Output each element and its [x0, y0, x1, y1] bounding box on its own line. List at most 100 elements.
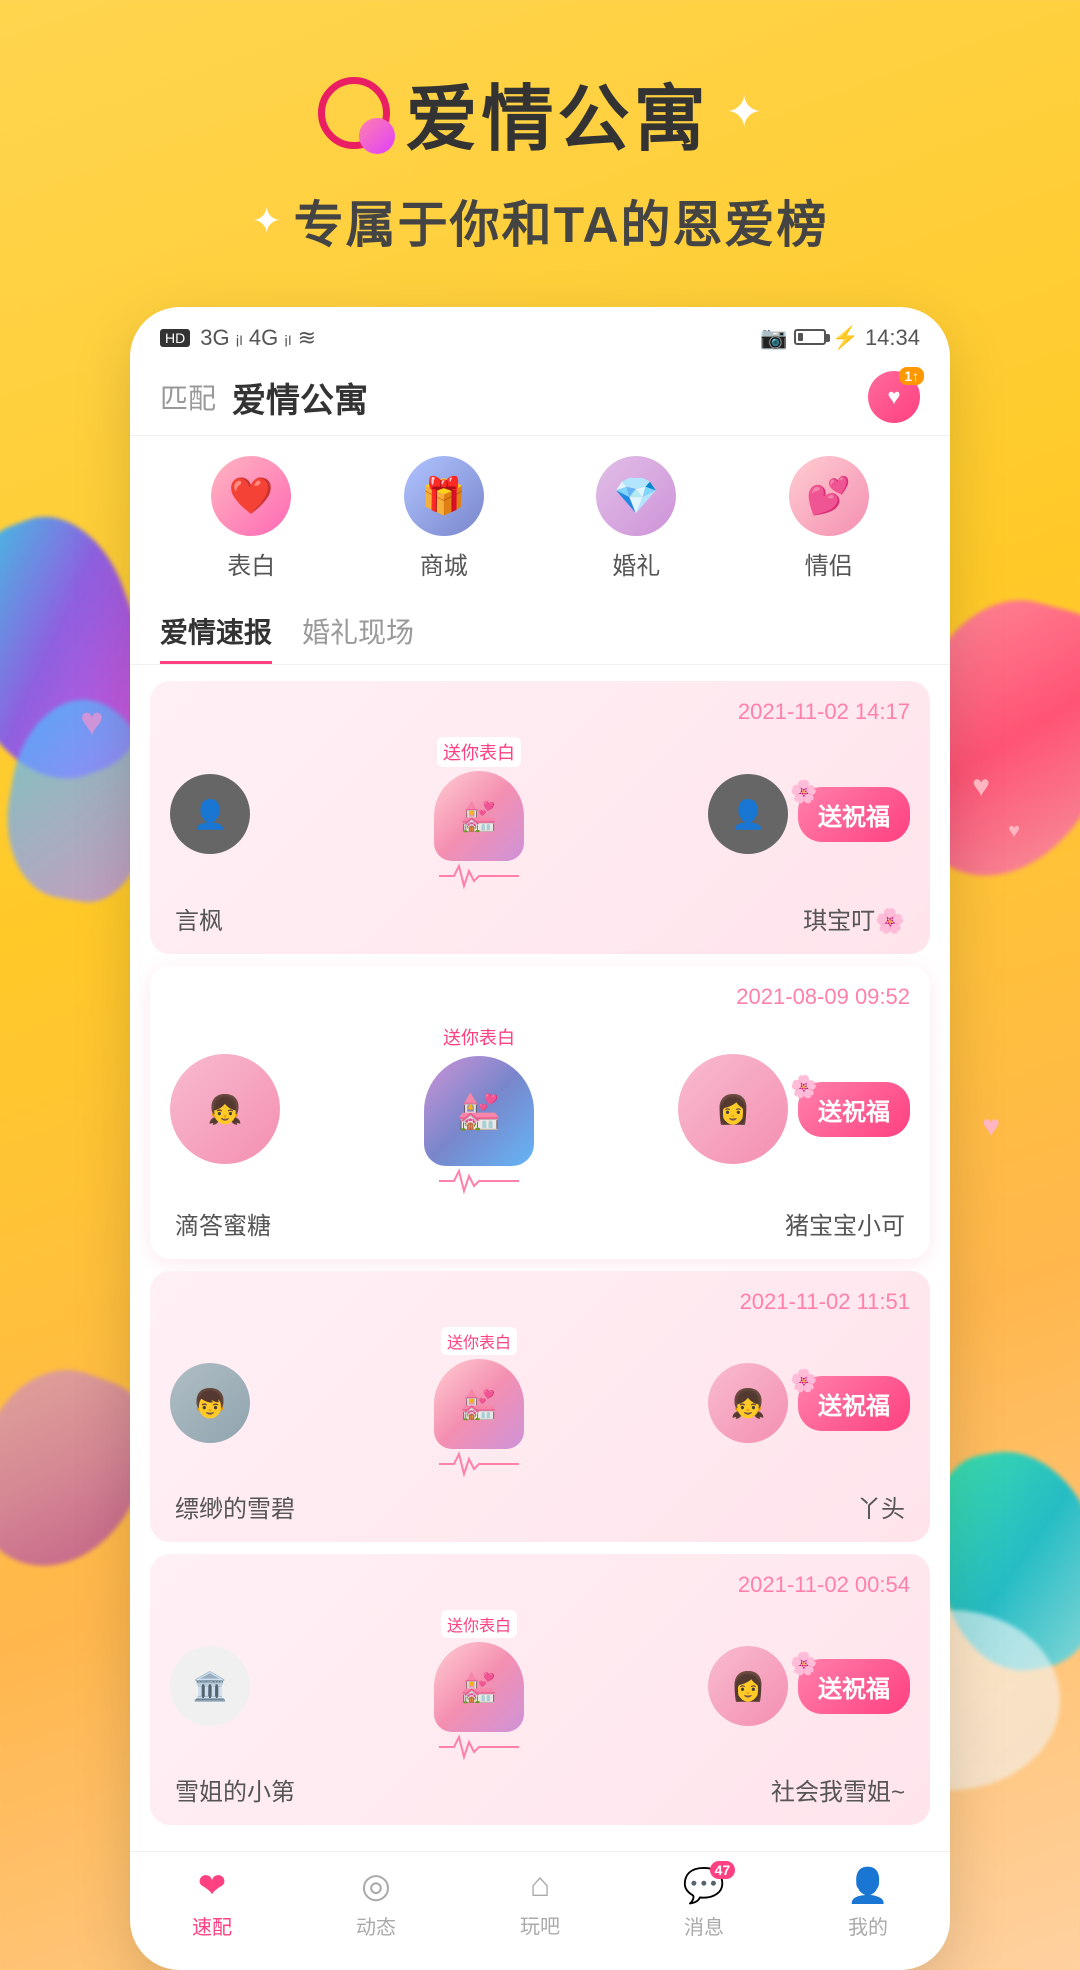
feed-card-2-content: 👧 送你表白 💒 👩 🌸 送祝福: [170, 1022, 910, 1196]
feed-avatar-1-user2: 👤: [708, 774, 788, 854]
biaobai-icon: ❤️: [211, 456, 291, 536]
send-blessing-btn-1[interactable]: 🌸 送祝福: [798, 787, 910, 842]
top-header: 爱情公寓 ✦ ✦ 专属于你和TA的恩爱榜: [0, 0, 1080, 277]
feed-name-1-user2: 琪宝叮🌸: [803, 901, 905, 936]
feed-avatar-4-user2: 👩: [708, 1646, 788, 1726]
nav-item-xiaoxi[interactable]: 💬 47 消息: [622, 1866, 786, 1940]
btn-flower-2: 🌸: [790, 1074, 817, 1100]
screenshot-icon: 📷: [760, 325, 787, 351]
feed-name-3-user2: 丫头: [857, 1489, 905, 1524]
nav-icon-dongtai: ◎: [361, 1866, 391, 1906]
deco-heart-1: ♥: [972, 770, 990, 804]
quick-action-shangcheng[interactable]: 🎁 商城: [353, 456, 536, 581]
feed-name-2-user2: 猪宝宝小可: [785, 1206, 905, 1241]
message-badge: 47: [710, 1861, 736, 1879]
feed-card-4-names: 雪姐的小第 社会我雪姐~: [170, 1772, 910, 1807]
battery-level: [794, 325, 826, 351]
nav-label-supi: 速配: [192, 1911, 232, 1940]
feed-deco-label: 送你表白: [437, 737, 521, 767]
qinglv-icon: 💕: [789, 456, 869, 536]
feed-deco-label-2: 送你表白: [435, 1022, 523, 1052]
tab-wedding-scene[interactable]: 婚礼现场: [302, 611, 414, 664]
hunli-label: 婚礼: [612, 546, 660, 581]
wedding-deco-2: 💒: [424, 1056, 534, 1166]
feed-card-2-names: 滴答蜜糖 猪宝宝小可: [170, 1206, 910, 1241]
feed-card-3-content: 👦 送你表白 💒 👧 🌸 送祝福: [170, 1327, 910, 1479]
hunli-icon: 💎: [596, 456, 676, 536]
feed-avatar-4-user1: 🏛️: [170, 1646, 250, 1726]
time-display: 14:34: [865, 325, 920, 351]
feed-name-4-user1: 雪姐的小第: [175, 1772, 295, 1807]
feed-avatar-2-user1: 👧: [170, 1054, 280, 1164]
pulse-line-4: [439, 1732, 519, 1762]
nav-item-wode[interactable]: 👤 我的: [786, 1866, 950, 1940]
wedding-deco-3: 💒: [434, 1359, 524, 1449]
btn-flower-3: 🌸: [790, 1368, 817, 1394]
send-blessing-btn-2[interactable]: 🌸 送祝福: [798, 1082, 910, 1137]
deco-heart-big: ♥: [80, 700, 104, 745]
feed-avatar-2-user2: 👩: [678, 1054, 788, 1164]
tab-love-news[interactable]: 爱情速报: [160, 611, 272, 664]
feed-card-1-content: 👤 送你表白 💒 👤 🌸 送祝福: [170, 737, 910, 891]
btn-flower-1: 🌸: [790, 779, 817, 805]
feed-card-4-content: 🏛️ 送你表白 💒 👩 🌸 送祝福: [170, 1610, 910, 1762]
signal-icons: 3G ᵢₗ 4G ᵢₗ ≋: [200, 325, 316, 351]
feed-avatar-3-user1: 👦: [170, 1363, 250, 1443]
biaobai-label: 表白: [227, 546, 275, 581]
nav-item-wanba[interactable]: ⌂ 玩吧: [458, 1866, 622, 1940]
status-bar-left: HD 3G ᵢₗ 4G ᵢₗ ≋: [160, 325, 316, 351]
nav-label-dongtai: 动态: [356, 1911, 396, 1940]
charge-icon: ⚡: [832, 325, 859, 351]
feed-avatar-1-user1: 👤: [170, 774, 250, 854]
feed-list: 2021-11-02 14:17 👤 送你表白 💒 👤 🌸 送祝福: [130, 665, 950, 1841]
nav-icon-wanba: ⌂: [530, 1866, 551, 1905]
send-blessing-btn-4[interactable]: 🌸 送祝福: [798, 1659, 910, 1714]
sparkle-top: ✦: [726, 87, 763, 138]
bottom-nav: ❤ 速配 ◎ 动态 ⌂ 玩吧 💬 47 消息 👤 我的: [130, 1851, 950, 1950]
status-bar-right: 📷 ⚡ 14:34: [760, 325, 920, 351]
pulse-line-1: [439, 861, 519, 891]
feed-card-3-time: 2021-11-02 11:51: [170, 1289, 910, 1315]
nav-item-supi[interactable]: ❤ 速配: [130, 1866, 294, 1940]
feed-center-3: 送你表白 💒: [260, 1327, 698, 1479]
pulse-line-2: [439, 1166, 519, 1196]
pulse-line-3: [439, 1449, 519, 1479]
feed-card-4: 2021-11-02 00:54 🏛️ 送你表白 💒 👩 🌸 送祝福: [150, 1554, 930, 1825]
feed-card-3-names: 缥缈的雪碧 丫头: [170, 1489, 910, 1524]
feed-card-4-time: 2021-11-02 00:54: [170, 1572, 910, 1598]
nav-title: 爱情公寓: [232, 373, 868, 422]
shangcheng-label: 商城: [420, 546, 468, 581]
send-blessing-btn-3[interactable]: 🌸 送祝福: [798, 1376, 910, 1431]
quick-action-qinglv[interactable]: 💕 情侣: [738, 456, 921, 581]
app-logo: [318, 77, 390, 149]
nav-icon-wode: 👤: [847, 1866, 889, 1906]
deco-heart-2: ♥: [1008, 820, 1020, 843]
qinglv-label: 情侣: [805, 546, 853, 581]
feed-name-3-user1: 缥缈的雪碧: [175, 1489, 295, 1524]
feed-name-4-user2: 社会我雪姐~: [771, 1772, 905, 1807]
nav-item-dongtai[interactable]: ◎ 动态: [294, 1866, 458, 1940]
feed-name-2-user1: 滴答蜜糖: [175, 1206, 271, 1241]
feed-deco-label-4: 送你表白: [441, 1610, 517, 1638]
nav-label-xiaoxi: 消息: [684, 1911, 724, 1940]
nav-heart-icon[interactable]: ♥ 1↑: [868, 371, 920, 423]
nav-label-wanba: 玩吧: [520, 1910, 560, 1939]
feed-center-4: 送你表白 💒: [260, 1610, 698, 1762]
heart-icon: ♥: [887, 384, 900, 410]
hd-badge: HD: [160, 329, 190, 347]
feed-card-1: 2021-11-02 14:17 👤 送你表白 💒 👤 🌸 送祝福: [150, 681, 930, 954]
shangcheng-icon: 🎁: [404, 456, 484, 536]
deco-heart-3: ♥: [982, 1110, 1000, 1144]
app-nav-bar: 匹配 爱情公寓 ♥ 1↑: [130, 361, 950, 436]
app-subtitle: 专属于你和TA的恩爱榜: [294, 185, 829, 257]
sparkle-left: ✦: [251, 200, 281, 242]
nav-back-label[interactable]: 匹配: [160, 377, 216, 417]
feed-card-2-time: 2021-08-09 09:52: [170, 984, 910, 1010]
feed-card-2: 2021-08-09 09:52 👧 送你表白 💒 👩 🌸 送祝福: [150, 966, 930, 1259]
feed-name-1-user1: 言枫: [175, 901, 223, 936]
wedding-deco-1: 💒: [434, 771, 524, 861]
quick-action-hunli[interactable]: 💎 婚礼: [545, 456, 728, 581]
nav-badge: 1↑: [899, 367, 924, 385]
quick-action-biaobai[interactable]: ❤️ 表白: [160, 456, 343, 581]
feed-card-1-names: 言枫 琪宝叮🌸: [170, 901, 910, 936]
